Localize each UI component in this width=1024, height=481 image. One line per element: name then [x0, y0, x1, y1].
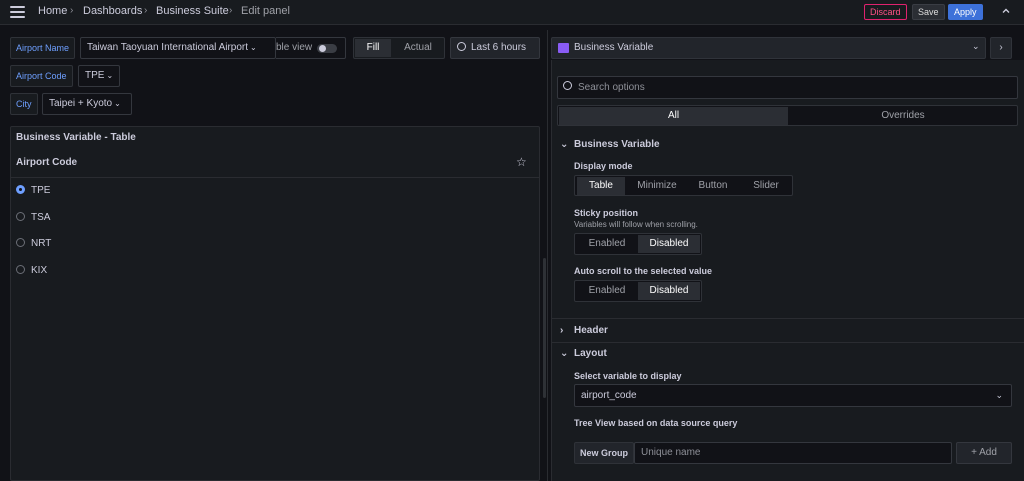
breadcrumb-current: Edit panel: [241, 5, 290, 17]
panel-preview: [10, 126, 540, 481]
display-mode-minimize[interactable]: Minimize: [629, 177, 685, 195]
chevron-right-icon[interactable]: ›: [990, 37, 1012, 59]
chevron-up-icon[interactable]: [1000, 6, 1012, 18]
time-range-picker[interactable]: Last 6 hours: [450, 37, 540, 59]
clock-icon: [457, 42, 466, 51]
time-range-label: Last 6 hours: [471, 42, 527, 53]
save-button[interactable]: Save: [912, 4, 945, 20]
breadcrumb-separator-icon: ›: [144, 5, 148, 16]
radio-icon[interactable]: [16, 212, 25, 221]
breadcrumb-separator-icon: ›: [70, 5, 74, 16]
actual-option[interactable]: Actual: [394, 39, 442, 57]
pane-splitter[interactable]: [547, 30, 548, 481]
display-mode-slider[interactable]: Slider: [741, 177, 791, 195]
select-variable-dropdown[interactable]: airport_code ⌄: [574, 384, 1012, 407]
breadcrumb-separator-icon: ›: [229, 5, 233, 16]
display-mode-button[interactable]: Button: [689, 177, 737, 195]
radio-icon[interactable]: [16, 238, 25, 247]
row-label: TSA: [31, 212, 51, 223]
fill-option[interactable]: Fill: [355, 39, 391, 57]
section-layout[interactable]: Layout: [574, 348, 607, 359]
auto-scroll-group: Enabled Disabled: [574, 280, 702, 302]
tab-overrides[interactable]: Overrides: [789, 107, 1017, 125]
select-variable-value: airport_code: [581, 390, 637, 401]
new-group-label: New Group: [574, 442, 635, 464]
row-label: KIX: [31, 265, 48, 276]
sticky-position-label: Sticky position: [574, 208, 639, 218]
sticky-disabled[interactable]: Disabled: [638, 235, 700, 253]
airport-name-value: Taiwan Taoyuan International Airport: [87, 42, 249, 53]
toggle-switch[interactable]: [317, 44, 337, 53]
fill-actual-switch[interactable]: Fill Actual: [353, 37, 445, 59]
list-item[interactable]: NRT: [16, 238, 51, 249]
city-label: City: [10, 93, 38, 115]
breadcrumb-suite[interactable]: Business Suite: [156, 5, 229, 17]
section-header[interactable]: Header: [574, 325, 608, 336]
chevron-down-icon: ⌄: [106, 71, 114, 80]
auto-scroll-enabled[interactable]: Enabled: [577, 282, 637, 300]
airport-name-label: Airport Name: [10, 37, 76, 59]
airport-code-value: TPE: [85, 70, 105, 81]
radio-selected-icon[interactable]: [16, 185, 25, 194]
chevron-down-icon: ⌄: [995, 390, 1003, 400]
search-input[interactable]: Search options: [557, 76, 1018, 99]
panel-title: Business Variable - Table: [16, 132, 136, 143]
star-icon[interactable]: ☆: [516, 155, 527, 169]
sticky-enabled[interactable]: Enabled: [577, 235, 637, 253]
breadcrumb-dashboards[interactable]: Dashboards: [83, 5, 142, 17]
view-toggle[interactable]: ble view: [276, 37, 346, 59]
chevron-down-icon: ⌄: [250, 43, 257, 52]
divider: [11, 177, 539, 178]
airport-code-label: Airport Code: [10, 65, 73, 87]
visualization-icon: [558, 43, 569, 53]
visualization-name: Business Variable: [574, 42, 654, 53]
chevron-down-icon: ⌄: [972, 41, 980, 51]
divider: [552, 318, 1024, 319]
radio-icon[interactable]: [16, 265, 25, 274]
unique-name-input[interactable]: Unique name: [634, 442, 952, 464]
chevron-down-icon[interactable]: ⌄: [560, 348, 568, 359]
chevron-right-icon[interactable]: ›: [560, 325, 563, 336]
search-icon: [563, 81, 572, 90]
chevron-down-icon[interactable]: ⌄: [560, 139, 568, 150]
display-mode-label: Display mode: [574, 161, 633, 171]
sticky-position-group: Enabled Disabled: [574, 233, 702, 255]
airport-name-select[interactable]: Taiwan Taoyuan International Airport ⌄: [80, 37, 276, 59]
visualization-picker[interactable]: Business Variable ⌄: [551, 37, 986, 59]
city-select[interactable]: Taipei + Kyoto ⌄: [42, 93, 132, 115]
add-button[interactable]: + Add: [956, 442, 1012, 464]
view-toggle-label: ble view: [276, 42, 313, 53]
apply-button[interactable]: Apply: [948, 4, 983, 20]
tab-all[interactable]: All: [559, 107, 788, 125]
select-variable-label: Select variable to display: [574, 371, 682, 381]
city-value: Taipei + Kyoto: [49, 98, 113, 109]
discard-button[interactable]: Discard: [864, 4, 907, 20]
scrollbar[interactable]: [543, 258, 546, 398]
options-tabs: All Overrides: [557, 105, 1018, 126]
auto-scroll-disabled[interactable]: Disabled: [638, 282, 700, 300]
auto-scroll-label: Auto scroll to the selected value: [574, 266, 713, 276]
breadcrumb-home[interactable]: Home: [38, 5, 67, 17]
display-mode-table[interactable]: Table: [577, 177, 625, 195]
tree-view-label: Tree View based on data source query: [574, 418, 738, 428]
airport-code-select[interactable]: TPE ⌄: [78, 65, 120, 87]
column-header: Airport Code: [16, 157, 78, 168]
display-mode-group: Table Minimize Button Slider: [574, 175, 793, 196]
row-label: NRT: [31, 238, 52, 249]
list-item[interactable]: TPE: [16, 185, 50, 196]
sticky-position-description: Variables will follow when scrolling.: [574, 220, 698, 229]
list-item[interactable]: KIX: [16, 265, 47, 276]
chevron-down-icon: ⌄: [114, 99, 121, 108]
list-item[interactable]: TSA: [16, 212, 50, 223]
menu-icon[interactable]: [10, 6, 25, 18]
divider: [552, 342, 1024, 343]
row-label: TPE: [31, 185, 51, 196]
section-business-variable[interactable]: Business Variable: [574, 139, 660, 150]
